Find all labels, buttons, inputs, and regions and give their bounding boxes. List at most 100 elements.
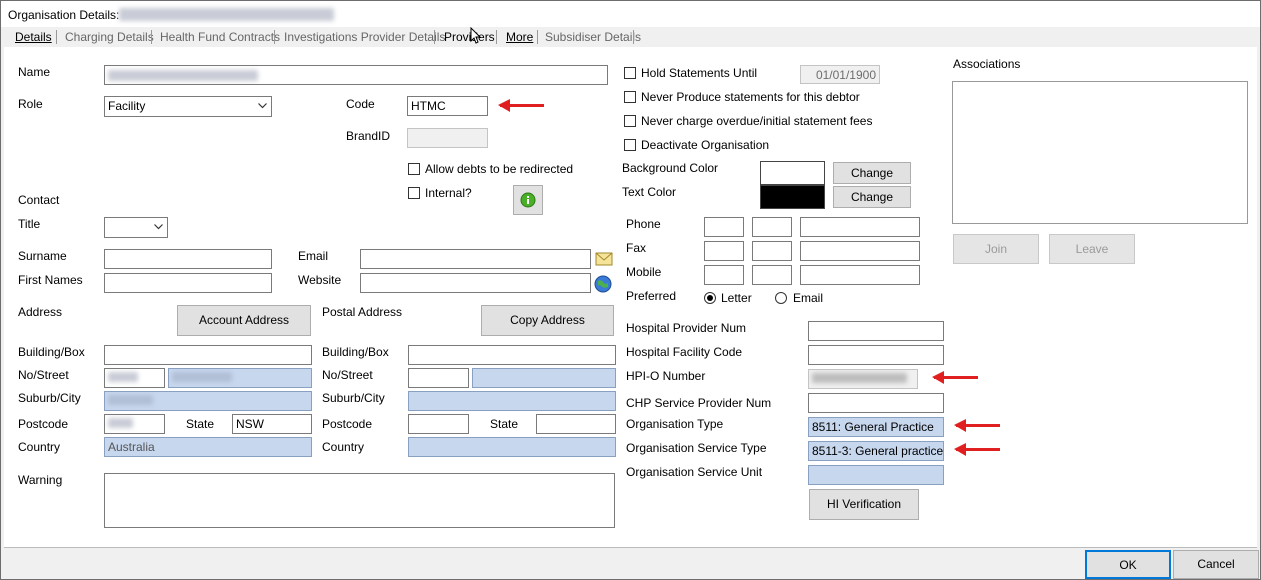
leave-button[interactable]: Leave (1049, 234, 1135, 264)
tab-investigations-provider-details[interactable]: Investigations Provider Details (284, 30, 445, 44)
red-arrow-annotation (498, 99, 544, 112)
postal-postcode-label: Postcode (322, 417, 373, 431)
redacted-name (108, 70, 258, 81)
mouse-cursor-icon (470, 27, 481, 44)
send-email-button[interactable] (594, 249, 614, 269)
never-charge-checkbox[interactable] (624, 115, 636, 127)
organisation-service-unit-input[interactable] (808, 465, 944, 485)
address-label: Address (18, 305, 63, 319)
hold-statements-date-value: 01/01/1900 (815, 68, 876, 82)
street-number-input[interactable] (104, 368, 165, 388)
never-produce-label: Never Produce statements for this debtor (641, 90, 860, 104)
phone-prefix-input[interactable] (752, 217, 792, 237)
role-select[interactable]: Facility (104, 96, 272, 117)
tab-subsidiser-details[interactable]: Subsidiser Details (545, 30, 641, 44)
fax-label: Fax (626, 241, 647, 255)
mobile-area-input[interactable] (704, 265, 744, 285)
street-label: No/Street (18, 368, 69, 382)
join-button[interactable]: Join (953, 234, 1039, 264)
tab-more[interactable]: More (506, 30, 533, 44)
text-color-swatch (760, 185, 825, 209)
account-address-button[interactable]: Account Address (177, 305, 311, 336)
background-color-label: Background Color (622, 161, 719, 175)
phone-label: Phone (626, 217, 661, 231)
deactivate-label: Deactivate Organisation (641, 138, 770, 152)
preferred-letter-radio[interactable] (704, 292, 716, 304)
brandid-input[interactable] (407, 128, 488, 148)
postal-postcode-input[interactable] (408, 414, 469, 434)
tab-separator (633, 30, 634, 44)
never-produce-checkbox[interactable] (624, 91, 636, 103)
tab-separator (274, 30, 275, 44)
country-input[interactable]: Australia (104, 437, 312, 457)
postal-street-name-input[interactable] (472, 368, 616, 388)
postal-state-input[interactable] (536, 414, 616, 434)
postal-building-label: Building/Box (322, 345, 389, 359)
title-label: Title (18, 217, 41, 231)
hospital-provider-num-input[interactable] (808, 321, 944, 341)
phone-area-input[interactable] (704, 217, 744, 237)
building-label: Building/Box (18, 345, 85, 359)
postal-suburb-input[interactable] (408, 391, 616, 411)
allow-debts-checkbox[interactable] (408, 163, 420, 175)
info-button[interactable] (513, 185, 543, 215)
preferred-email-radio[interactable] (775, 292, 787, 304)
tab-separator (496, 30, 497, 44)
suburb-label: Suburb/City (18, 391, 81, 405)
mobile-label: Mobile (626, 265, 662, 279)
chp-service-provider-input[interactable] (808, 393, 944, 413)
surname-input[interactable] (104, 249, 272, 269)
warning-textarea[interactable] (104, 473, 615, 528)
postal-street-label: No/Street (322, 368, 373, 382)
deactivate-checkbox[interactable] (624, 139, 636, 151)
redacted-street-name (172, 372, 232, 382)
surname-label: Surname (18, 249, 67, 263)
organisation-type-label: Organisation Type (626, 417, 724, 431)
red-arrow-annotation (954, 443, 1000, 456)
email-input[interactable] (360, 249, 591, 269)
mobile-number-input[interactable] (800, 265, 920, 285)
copy-address-button[interactable]: Copy Address (481, 305, 614, 336)
redacted-hpio-number (812, 373, 907, 383)
tab-charging-details[interactable]: Charging Details (65, 30, 154, 44)
hpio-number-input[interactable] (808, 369, 918, 389)
phone-number-input[interactable] (800, 217, 920, 237)
street-name-input[interactable] (168, 368, 312, 388)
organisation-type-input[interactable]: 8511: General Practice (808, 417, 944, 437)
open-website-button[interactable] (594, 275, 614, 295)
name-input[interactable] (104, 65, 608, 85)
mobile-prefix-input[interactable] (752, 265, 792, 285)
fax-area-input[interactable] (704, 241, 744, 261)
background-color-swatch (760, 161, 825, 185)
website-label: Website (298, 273, 342, 287)
website-input[interactable] (360, 273, 591, 293)
postal-building-input[interactable] (408, 345, 616, 365)
ok-button[interactable]: OK (1085, 550, 1171, 579)
fax-prefix-input[interactable] (752, 241, 792, 261)
hold-statements-checkbox[interactable] (624, 67, 636, 79)
code-input[interactable]: HTMC (407, 96, 488, 116)
globe-icon (594, 275, 612, 293)
building-input[interactable] (104, 345, 312, 365)
tab-separator (56, 30, 57, 44)
postal-street-number-input[interactable] (408, 368, 469, 388)
hi-verification-button[interactable]: HI Verification (809, 489, 919, 520)
internal-checkbox[interactable] (408, 187, 420, 199)
hold-statements-date[interactable]: 01/01/1900 (800, 65, 880, 84)
postal-country-input[interactable] (408, 437, 616, 457)
postcode-input[interactable] (104, 414, 165, 434)
organisation-service-type-input[interactable]: 8511-3: General practice me (808, 441, 944, 461)
tab-details[interactable]: Details (15, 30, 52, 44)
hospital-facility-code-input[interactable] (808, 345, 944, 365)
envelope-icon (595, 252, 613, 266)
suburb-input[interactable] (104, 391, 312, 411)
first-names-input[interactable] (104, 273, 272, 293)
state-input[interactable]: NSW (232, 414, 312, 434)
change-text-color-button[interactable]: Change (833, 186, 911, 208)
change-background-button[interactable]: Change (833, 162, 911, 184)
fax-number-input[interactable] (800, 241, 920, 261)
associations-list[interactable] (952, 81, 1248, 224)
tab-health-fund-contracts[interactable]: Health Fund Contracts (160, 30, 280, 44)
cancel-button[interactable]: Cancel (1173, 550, 1259, 579)
title-select[interactable] (104, 217, 168, 238)
